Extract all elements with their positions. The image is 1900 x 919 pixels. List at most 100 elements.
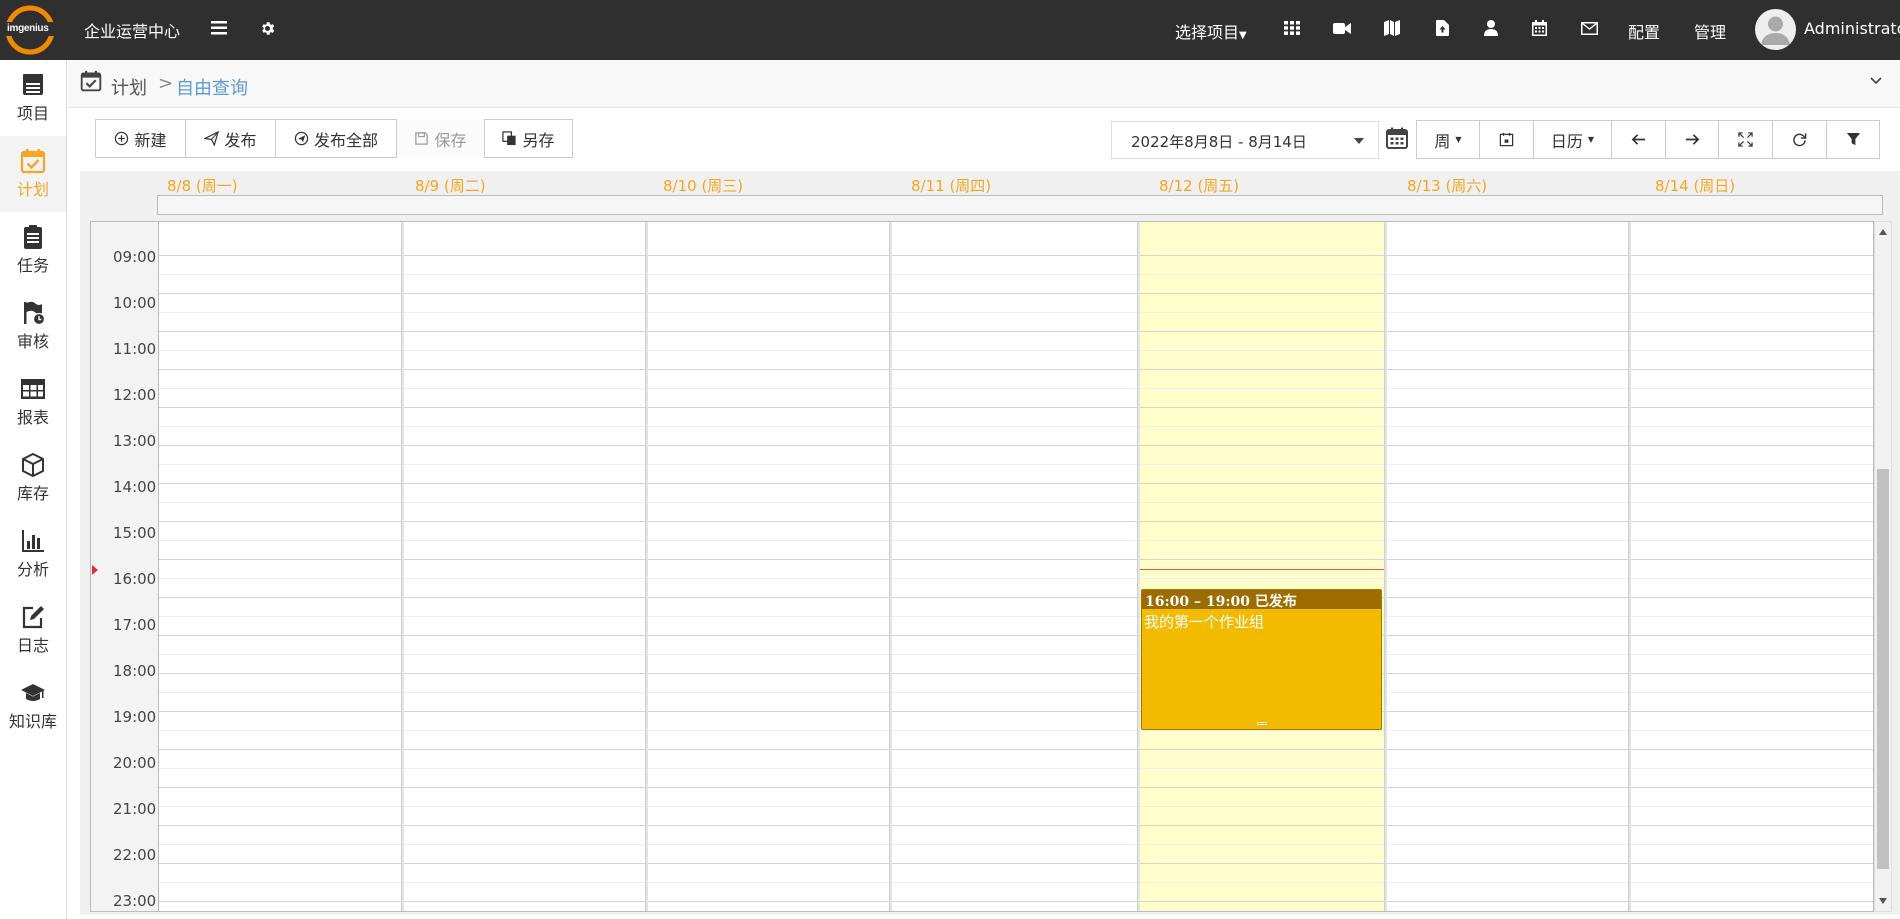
sidebar-item-task[interactable]: 任务: [0, 212, 66, 288]
floppy-disk-icon: [415, 132, 429, 145]
hour-line: [159, 863, 1873, 864]
sidebar-item-review[interactable]: 审核: [0, 288, 66, 364]
user-icon[interactable]: [1479, 16, 1503, 40]
video-icon[interactable]: [1330, 16, 1354, 40]
map-icon[interactable]: [1380, 16, 1404, 40]
event-title: 我的第一个作业组: [1144, 613, 1265, 631]
breadcrumb-root[interactable]: 计划: [111, 74, 147, 100]
half-hour-line: [159, 654, 1873, 655]
half-hour-line: [159, 540, 1873, 541]
sidebar-item-log[interactable]: 日志: [0, 592, 66, 668]
sidebar-item-label: 日志: [16, 636, 49, 655]
publish-button[interactable]: 发布: [185, 119, 276, 158]
sidebar-item-project[interactable]: 项目: [0, 60, 66, 136]
config-link[interactable]: 配置: [1628, 19, 1660, 43]
half-hour-line: [159, 274, 1873, 275]
avatar[interactable]: [1755, 9, 1796, 50]
hour-line: [159, 407, 1873, 408]
week-view-dropdown[interactable]: 周 ▼: [1416, 120, 1480, 159]
calendar-view-label: 日历: [1550, 131, 1583, 151]
refresh-button[interactable]: [1772, 120, 1827, 159]
mail-icon[interactable]: [1577, 16, 1601, 40]
day-header-sun[interactable]: 8/14 (周日): [1655, 175, 1735, 196]
day-header-sat[interactable]: 8/13 (周六): [1407, 175, 1487, 196]
calendar-picker-icon[interactable]: [1385, 126, 1409, 150]
event-resize-handle[interactable]: [1257, 722, 1267, 725]
sidebar-item-report[interactable]: 报表: [0, 364, 66, 440]
menu-icon[interactable]: [207, 16, 231, 40]
day-header-wed[interactable]: 8/10 (周三): [663, 175, 743, 196]
half-hour-line: [159, 426, 1873, 427]
time-label: 21:00: [113, 800, 157, 818]
arrow-right-icon: [1685, 134, 1699, 145]
project-icon: [23, 74, 43, 95]
scroll-up-icon[interactable]: [1879, 229, 1887, 235]
project-select-dropdown[interactable]: 选择项目▼: [1175, 19, 1247, 43]
arrow-left-icon: [1631, 134, 1646, 145]
sidebar-item-analysis[interactable]: 分析: [0, 516, 66, 592]
grid-icon[interactable]: [1280, 16, 1304, 40]
day-header-fri[interactable]: 8/12 (周五): [1159, 175, 1239, 196]
publish-all-button[interactable]: 发布全部: [275, 119, 397, 158]
half-hour-line: [159, 768, 1873, 769]
half-hour-line: [159, 692, 1873, 693]
scrollbar-thumb[interactable]: [1877, 469, 1889, 869]
save-as-button[interactable]: 另存: [484, 119, 573, 158]
sidebar-item-label: 任务: [16, 256, 49, 275]
app-title[interactable]: 企业运营中心: [84, 18, 180, 42]
hour-line: [159, 293, 1873, 294]
report-table-icon: [21, 379, 45, 399]
sidebar-item-knowledge[interactable]: 知识库: [0, 668, 66, 744]
calendar-view-dropdown[interactable]: 日历 ▼: [1533, 120, 1612, 159]
half-hour-line: [159, 502, 1873, 503]
day-divider: [645, 222, 648, 911]
send-circle-icon: [294, 131, 309, 146]
save-button[interactable]: 保存: [397, 119, 484, 158]
sidebar-item-label: 分析: [16, 560, 49, 579]
sidebar-item-plan[interactable]: 计划: [0, 136, 66, 212]
gear-icon[interactable]: [255, 16, 279, 40]
breadcrumb: 计划 > 自由查询: [68, 60, 1900, 108]
breadcrumb-current[interactable]: 自由查询: [176, 74, 248, 100]
calendar-icon[interactable]: [1527, 16, 1551, 40]
new-button[interactable]: 新建: [95, 119, 186, 158]
filter-button[interactable]: [1826, 120, 1880, 159]
scroll-down-icon[interactable]: [1879, 898, 1887, 904]
sidebar: 项目 计划 任务 审核 报表 库存 分析 日志 知识库: [0, 60, 67, 919]
chevron-down-icon[interactable]: [1870, 74, 1882, 86]
half-hour-line: [159, 350, 1873, 351]
save-as-button-label: 另存: [522, 130, 555, 150]
hour-line: [159, 559, 1873, 560]
sidebar-item-inventory[interactable]: 库存: [0, 440, 66, 516]
previous-button[interactable]: [1611, 120, 1666, 159]
next-button[interactable]: [1665, 120, 1719, 159]
app-logo[interactable]: imgenius: [2, 2, 58, 58]
time-label: 15:00: [113, 524, 157, 542]
hour-line: [159, 597, 1873, 598]
admin-link[interactable]: 管理: [1694, 19, 1726, 43]
today-button[interactable]: [1479, 120, 1534, 159]
today-column[interactable]: [1140, 222, 1384, 911]
username[interactable]: Administrator: [1804, 19, 1900, 38]
sidebar-item-label: 审核: [16, 332, 49, 351]
calendar-scrollbar[interactable]: [1874, 221, 1892, 912]
hour-line: [159, 749, 1873, 750]
day-header-thu[interactable]: 8/11 (周四): [911, 175, 991, 196]
new-button-label: 新建: [134, 130, 167, 150]
hour-line: [159, 901, 1873, 902]
caret-down-icon: ▼: [1239, 30, 1247, 41]
all-day-row[interactable]: [157, 195, 1883, 215]
half-hour-line: [159, 388, 1873, 389]
date-range-select[interactable]: 2022年8月8日 - 8月14日: [1111, 121, 1379, 159]
upload-file-icon[interactable]: [1430, 16, 1454, 40]
copy-icon: [502, 131, 517, 146]
day-header-mon[interactable]: 8/8 (周一): [167, 175, 238, 196]
day-divider: [1137, 222, 1140, 911]
time-label: 11:00: [113, 340, 157, 358]
calendar-grid[interactable]: 09:00 10:00 11:00 12:00 13:00 14:00 15:0…: [90, 221, 1874, 912]
publish-all-button-label: 发布全部: [313, 130, 378, 150]
event-block[interactable]: 16:00 – 19:00 已发布 我的第一个作业组: [1141, 589, 1382, 730]
fullscreen-button[interactable]: [1718, 120, 1773, 159]
day-header-tue[interactable]: 8/9 (周二): [415, 175, 486, 196]
time-label: 14:00: [113, 478, 157, 496]
